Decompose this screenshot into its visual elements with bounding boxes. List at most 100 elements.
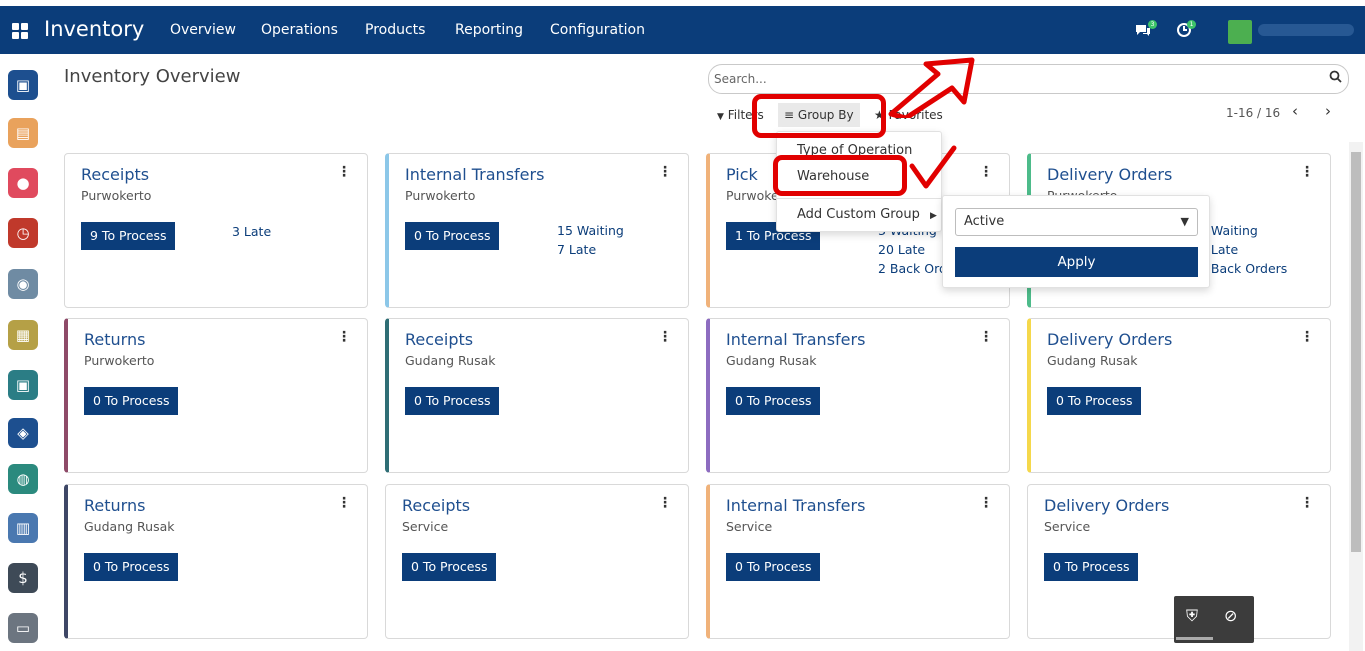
card-warehouse: Purwokerto xyxy=(81,188,152,203)
user-name-blurred[interactable] xyxy=(1258,24,1354,36)
card-stat-link[interactable]: 3 Late xyxy=(232,222,271,241)
note-icon[interactable]: ▭ xyxy=(8,613,38,643)
top-navbar: Inventory Overview Operations Products R… xyxy=(0,6,1365,54)
hidden-icon[interactable]: ⊘ xyxy=(1224,606,1237,625)
kebab-menu-icon[interactable]: ⋮ xyxy=(658,164,672,180)
pager-next-icon[interactable]: › xyxy=(1325,102,1331,120)
card-warehouse: Service xyxy=(402,519,449,534)
card-warehouse: Purwokerto xyxy=(84,353,155,368)
card-title[interactable]: Receipts xyxy=(402,496,470,515)
nav-configuration[interactable]: Configuration xyxy=(550,22,645,38)
search-bar[interactable] xyxy=(708,64,1349,94)
card-warehouse: Gudang Rusak xyxy=(726,353,817,368)
to-process-button[interactable]: 0 To Process xyxy=(405,222,500,250)
group-by-highlight xyxy=(752,94,886,138)
app-brand[interactable]: Inventory xyxy=(44,17,144,41)
card-title[interactable]: Internal Transfers xyxy=(726,330,865,349)
card-warehouse: Gudang Rusak xyxy=(84,519,175,534)
employees-icon[interactable]: ◉ xyxy=(8,269,38,299)
custom-group-select-value: Active xyxy=(964,214,1005,229)
search-input[interactable] xyxy=(714,72,1274,86)
page-title: Inventory Overview xyxy=(64,66,241,87)
dashboard-icon[interactable]: ◍ xyxy=(8,464,38,494)
search-icon[interactable] xyxy=(1329,70,1342,87)
kebab-menu-icon[interactable]: ⋮ xyxy=(979,495,993,511)
operation-card[interactable]: Delivery Orders Gudang Rusak ⋮ 0 To Process xyxy=(1027,318,1331,473)
to-process-button[interactable]: 0 To Process xyxy=(84,387,179,415)
card-stat-link[interactable]: 15 Waiting xyxy=(557,221,624,240)
tray-overlay: ⛨ ⊘ xyxy=(1174,596,1254,643)
nav-reporting[interactable]: Reporting xyxy=(455,22,523,38)
pager-value[interactable]: 1-16 / 16 xyxy=(1226,106,1280,120)
add-custom-group[interactable]: Add Custom Group ▶ xyxy=(797,207,937,222)
timer-icon[interactable]: ◷ xyxy=(8,218,38,248)
card-title[interactable]: Receipts xyxy=(81,165,149,184)
chat-badge: 3 xyxy=(1148,20,1157,29)
warehouse-highlight xyxy=(773,155,907,196)
kebab-menu-icon[interactable]: ⋮ xyxy=(337,164,351,180)
card-warehouse: Service xyxy=(726,519,773,534)
nav-overview[interactable]: Overview xyxy=(170,22,236,38)
shield-icon[interactable]: ⛨ xyxy=(1186,606,1198,626)
card-title[interactable]: Returns xyxy=(84,496,145,515)
monitor-icon[interactable]: ▣ xyxy=(8,370,38,400)
operation-card[interactable]: Returns Gudang Rusak ⋮ 0 To Process xyxy=(64,484,368,639)
grid-icon[interactable] xyxy=(12,23,28,39)
calendar-icon[interactable]: ▦ xyxy=(8,320,38,350)
to-process-button[interactable]: 0 To Process xyxy=(1044,553,1139,581)
kebab-menu-icon[interactable]: ⋮ xyxy=(337,495,351,511)
operation-card[interactable]: Internal Transfers Gudang Rusak ⋮ 0 To Proc… xyxy=(706,318,1010,473)
kebab-menu-icon[interactable]: ⋮ xyxy=(1300,329,1314,345)
card-title[interactable]: Receipts xyxy=(405,330,473,349)
avatar[interactable] xyxy=(1228,20,1252,44)
to-process-button[interactable]: 0 To Process xyxy=(726,387,821,415)
pager-prev-icon[interactable]: ‹ xyxy=(1292,102,1298,120)
card-title[interactable]: Delivery Orders xyxy=(1047,165,1172,184)
kebab-menu-icon[interactable]: ⋮ xyxy=(1300,495,1314,511)
operation-card[interactable]: Internal Transfers Service ⋮ 0 To Process xyxy=(706,484,1010,639)
seal-icon[interactable]: ◈ xyxy=(8,418,38,448)
card-title[interactable]: Delivery Orders xyxy=(1047,330,1172,349)
kebab-menu-icon[interactable]: ⋮ xyxy=(658,495,672,511)
boxes-icon[interactable]: ▥ xyxy=(8,513,38,543)
to-process-button[interactable]: 0 To Process xyxy=(1047,387,1142,415)
card-stat-link[interactable]: 3 Back Orders xyxy=(1199,259,1287,278)
kebab-menu-icon[interactable]: ⋮ xyxy=(1300,164,1314,180)
nav-products[interactable]: Products xyxy=(365,22,425,38)
custom-group-submenu: Active ▼ Apply xyxy=(942,195,1210,288)
kebab-menu-icon[interactable]: ⋮ xyxy=(337,329,351,345)
operation-card[interactable]: Receipts Gudang Rusak ⋮ 0 To Process xyxy=(385,318,689,473)
kebab-menu-icon[interactable]: ⋮ xyxy=(658,329,672,345)
card-title[interactable]: Internal Transfers xyxy=(405,165,544,184)
card-stat-link[interactable]: 20 Late xyxy=(878,240,925,259)
checkmark-annotation-icon xyxy=(909,145,957,189)
custom-group-select[interactable]: Active ▼ xyxy=(955,208,1198,236)
nav-operations[interactable]: Operations xyxy=(261,22,338,38)
card-warehouse: Gudang Rusak xyxy=(1047,353,1138,368)
operation-card[interactable]: Internal Transfers Purwokerto ⋮ 0 To Proces… xyxy=(385,153,689,308)
operation-card[interactable]: Receipts Service ⋮ 0 To Process xyxy=(385,484,689,639)
to-process-button[interactable]: 0 To Process xyxy=(402,553,497,581)
to-process-button[interactable]: 9 To Process xyxy=(81,222,176,250)
dropdown-divider xyxy=(777,198,941,199)
to-process-button[interactable]: 0 To Process xyxy=(84,553,179,581)
to-process-button[interactable]: 0 To Process xyxy=(405,387,500,415)
scrollbar-thumb[interactable] xyxy=(1351,152,1361,552)
card-stat-link[interactable]: 7 Late xyxy=(557,240,596,259)
screen-icon[interactable]: ▣ xyxy=(8,70,38,100)
tray-indicator xyxy=(1176,637,1213,640)
operation-card[interactable]: Receipts Purwokerto ⋮ 9 To Process 3 Late xyxy=(64,153,368,308)
card-title[interactable]: Returns xyxy=(84,330,145,349)
to-process-button[interactable]: 0 To Process xyxy=(726,553,821,581)
box-icon[interactable]: ▤ xyxy=(8,118,38,148)
kebab-menu-icon[interactable]: ⋮ xyxy=(979,164,993,180)
card-title[interactable]: Pick xyxy=(726,165,758,184)
apply-button[interactable]: Apply xyxy=(955,247,1198,277)
card-title[interactable]: Internal Transfers xyxy=(726,496,865,515)
chat-icon[interactable]: ● xyxy=(8,168,38,198)
kebab-menu-icon[interactable]: ⋮ xyxy=(979,329,993,345)
payroll-icon[interactable]: $ xyxy=(8,563,38,593)
card-title[interactable]: Delivery Orders xyxy=(1044,496,1169,515)
add-custom-group-label: Add Custom Group xyxy=(797,207,920,222)
operation-card[interactable]: Returns Purwokerto ⋮ 0 To Process xyxy=(64,318,368,473)
